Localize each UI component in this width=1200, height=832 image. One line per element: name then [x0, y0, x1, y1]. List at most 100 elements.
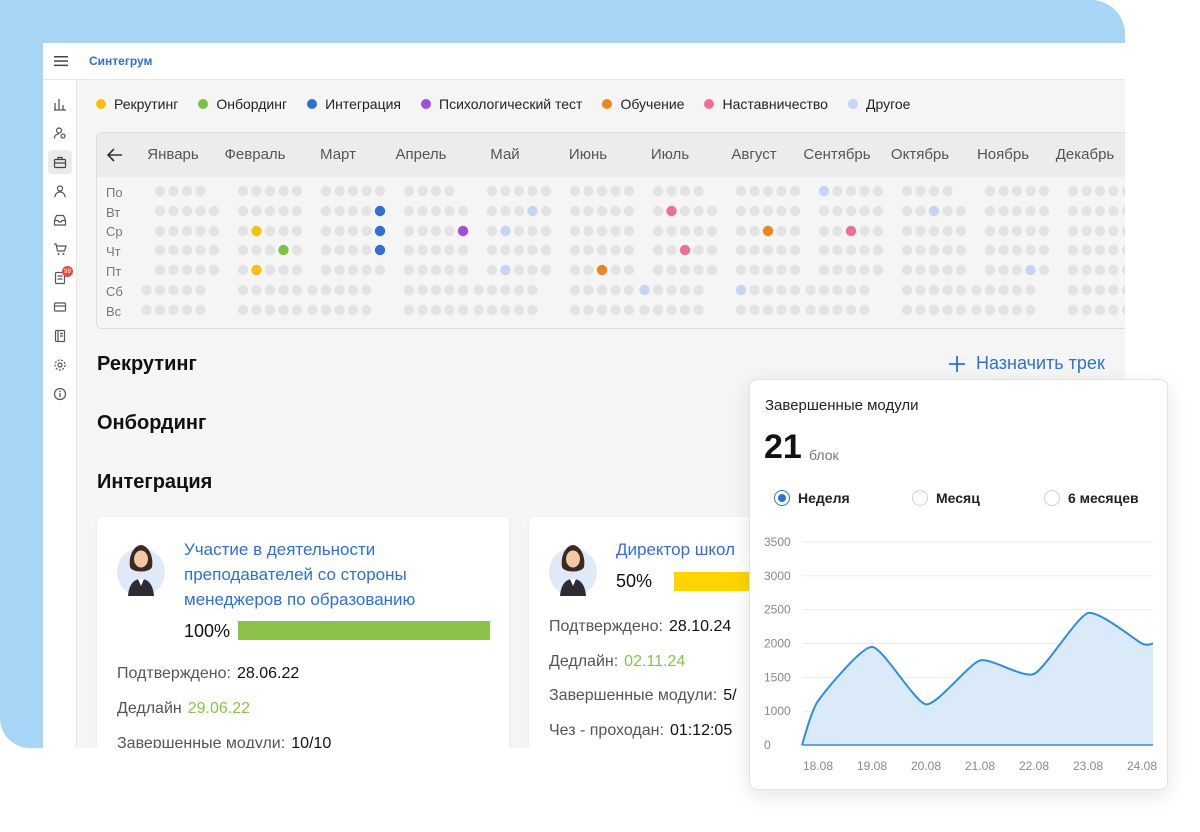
- calendar-day-dot[interactable]: [984, 205, 996, 217]
- calendar-day-dot[interactable]: [652, 244, 664, 256]
- calendar-day-dot[interactable]: [762, 244, 774, 256]
- calendar-day-dot[interactable]: [237, 244, 249, 256]
- calendar-day-dot[interactable]: [928, 244, 940, 256]
- calendar-day-dot[interactable]: [278, 264, 289, 276]
- calendar-event-dot[interactable]: [818, 185, 830, 197]
- calendar-day-dot[interactable]: [955, 264, 967, 276]
- calendar-day-dot[interactable]: [1081, 244, 1092, 256]
- calendar-day-dot[interactable]: [1011, 264, 1023, 276]
- calendar-day-dot[interactable]: [1108, 205, 1119, 217]
- calendar-day-dot[interactable]: [1081, 185, 1092, 197]
- calendar-day-dot[interactable]: [971, 284, 982, 296]
- calendar-day-dot[interactable]: [264, 304, 276, 316]
- calendar-day-dot[interactable]: [859, 264, 870, 276]
- calendar-day-dot[interactable]: [998, 185, 1009, 197]
- calendar-day-dot[interactable]: [527, 185, 538, 197]
- calendar-event-dot[interactable]: [928, 205, 940, 217]
- calendar-day-dot[interactable]: [928, 225, 940, 237]
- calendar-day-dot[interactable]: [195, 264, 206, 276]
- calendar-day-dot[interactable]: [181, 284, 193, 296]
- calendar-day-dot[interactable]: [859, 205, 870, 217]
- briefcase-icon[interactable]: [48, 150, 72, 174]
- calendar-day-dot[interactable]: [1038, 225, 1050, 237]
- calendar-day-dot[interactable]: [334, 185, 345, 197]
- calendar-day-dot[interactable]: [832, 205, 843, 217]
- calendar-day-dot[interactable]: [679, 304, 691, 316]
- calendar-day-dot[interactable]: [998, 304, 1009, 316]
- calendar-day-dot[interactable]: [735, 205, 747, 217]
- calendar-day-dot[interactable]: [915, 205, 926, 217]
- calendar-day-dot[interactable]: [457, 205, 469, 217]
- calendar-day-dot[interactable]: [569, 304, 581, 316]
- calendar-day-dot[interactable]: [666, 225, 677, 237]
- calendar-day-dot[interactable]: [154, 225, 166, 237]
- calendar-day-dot[interactable]: [901, 264, 913, 276]
- calendar-day-dot[interactable]: [845, 264, 857, 276]
- calendar-day-dot[interactable]: [141, 304, 152, 316]
- calendar-day-dot[interactable]: [334, 244, 345, 256]
- calendar-day-dot[interactable]: [859, 185, 870, 197]
- calendar-day-dot[interactable]: [334, 264, 345, 276]
- calendar-day-dot[interactable]: [181, 264, 193, 276]
- calendar-day-dot[interactable]: [569, 244, 581, 256]
- calendar-day-dot[interactable]: [195, 284, 206, 296]
- calendar-day-dot[interactable]: [789, 205, 801, 217]
- gear-icon[interactable]: [48, 353, 72, 377]
- calendar-day-dot[interactable]: [347, 264, 359, 276]
- calendar-day-dot[interactable]: [1094, 264, 1106, 276]
- calendar-day-dot[interactable]: [1011, 185, 1023, 197]
- calendar-day-dot[interactable]: [320, 284, 332, 296]
- calendar-day-dot[interactable]: [928, 185, 940, 197]
- calendar-day-dot[interactable]: [444, 205, 455, 217]
- calendar-day-dot[interactable]: [1121, 186, 1125, 196]
- calendar-day-dot[interactable]: [652, 284, 664, 296]
- calendar-day-dot[interactable]: [334, 205, 345, 217]
- calendar-day-dot[interactable]: [513, 225, 525, 237]
- calendar-day-dot[interactable]: [818, 225, 830, 237]
- calendar-day-dot[interactable]: [264, 225, 276, 237]
- calendar-day-dot[interactable]: [984, 185, 996, 197]
- calendar-day-dot[interactable]: [181, 225, 193, 237]
- calendar-day-dot[interactable]: [942, 304, 953, 316]
- calendar-day-dot[interactable]: [1081, 225, 1092, 237]
- calendar-day-dot[interactable]: [955, 205, 967, 217]
- calendar-event-dot[interactable]: [457, 225, 469, 237]
- calendar-day-dot[interactable]: [569, 225, 581, 237]
- calendar-day-dot[interactable]: [915, 244, 926, 256]
- calendar-day-dot[interactable]: [264, 185, 276, 197]
- calendar-day-dot[interactable]: [307, 304, 318, 316]
- calendar-day-dot[interactable]: [832, 225, 843, 237]
- calendar-day-dot[interactable]: [251, 304, 262, 316]
- calendar-day-dot[interactable]: [749, 304, 760, 316]
- calendar-day-dot[interactable]: [168, 225, 179, 237]
- calendar-day-dot[interactable]: [666, 185, 677, 197]
- calendar-day-dot[interactable]: [430, 244, 442, 256]
- calendar-day-dot[interactable]: [1094, 304, 1106, 316]
- calendar-day-dot[interactable]: [141, 284, 152, 296]
- calendar-event-dot[interactable]: [762, 225, 774, 237]
- calendar-day-dot[interactable]: [805, 284, 816, 296]
- calendar-day-dot[interactable]: [237, 264, 249, 276]
- calendar-day-dot[interactable]: [208, 205, 220, 217]
- calendar-day-dot[interactable]: [168, 244, 179, 256]
- calendar-day-dot[interactable]: [805, 304, 816, 316]
- calendar-day-dot[interactable]: [998, 244, 1009, 256]
- calendar-day-dot[interactable]: [583, 244, 594, 256]
- calendar-day-dot[interactable]: [527, 244, 538, 256]
- calendar-day-dot[interactable]: [942, 284, 953, 296]
- calendar-day-dot[interactable]: [195, 304, 206, 316]
- calendar-day-dot[interactable]: [859, 304, 870, 316]
- calendar-day-dot[interactable]: [749, 205, 760, 217]
- calendar-day-dot[interactable]: [500, 185, 511, 197]
- calendar-day-dot[interactable]: [291, 244, 303, 256]
- calendar-day-dot[interactable]: [237, 225, 249, 237]
- calendar-day-dot[interactable]: [596, 225, 608, 237]
- calendar-day-dot[interactable]: [264, 264, 276, 276]
- calendar-day-dot[interactable]: [417, 264, 428, 276]
- calendar-day-dot[interactable]: [361, 304, 372, 316]
- calendar-day-dot[interactable]: [527, 225, 538, 237]
- calendar-day-dot[interactable]: [901, 284, 913, 296]
- calendar-day-dot[interactable]: [527, 264, 538, 276]
- calendar-day-dot[interactable]: [679, 284, 691, 296]
- calendar-day-dot[interactable]: [361, 264, 372, 276]
